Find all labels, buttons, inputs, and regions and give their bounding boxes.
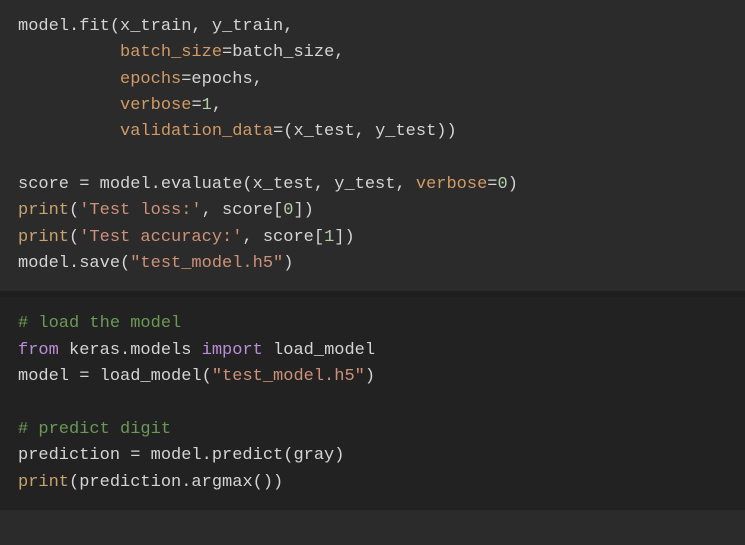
- code-line: ): [508, 175, 518, 194]
- code-block-2: # load the model from keras.models impor…: [0, 297, 745, 509]
- code-number: 0: [283, 201, 293, 220]
- code-line: =(x_test, y_test)): [273, 122, 457, 141]
- code-string: 'Test accuracy:': [79, 228, 242, 247]
- code-line: prediction = model.predict(gray): [18, 446, 344, 465]
- code-line: ): [365, 367, 375, 386]
- code-param: verbose: [416, 175, 487, 194]
- code-line: (: [69, 228, 79, 247]
- code-string: "test_model.h5": [212, 367, 365, 386]
- code-number: 1: [324, 228, 334, 247]
- code-line: , score[: [202, 201, 284, 220]
- code-func: print: [18, 473, 69, 492]
- code-line: verbose: [18, 96, 191, 115]
- code-line: (: [69, 201, 79, 220]
- code-line: load_model: [263, 341, 375, 360]
- code-string: 'Test loss:': [79, 201, 201, 220]
- code-line: score = model.evaluate(x_test, y_test,: [18, 175, 416, 194]
- code-line: (prediction.argmax()): [69, 473, 283, 492]
- code-line: ]): [293, 201, 313, 220]
- code-keyword: from: [18, 341, 59, 360]
- code-line: =: [487, 175, 497, 194]
- code-line: =batch_size,: [222, 43, 344, 62]
- code-block-1: model.fit(x_train, y_train, batch_size=b…: [0, 0, 745, 291]
- code-line: ]): [334, 228, 354, 247]
- code-line: model = load_model(: [18, 367, 212, 386]
- code-line: =epochs,: [181, 70, 263, 89]
- code-line: model.save(: [18, 254, 130, 273]
- code-func: print: [18, 228, 69, 247]
- code-keyword: import: [202, 341, 263, 360]
- code-comment: # predict digit: [18, 420, 171, 439]
- code-line: ): [283, 254, 293, 273]
- code-line: keras.models: [59, 341, 202, 360]
- code-line: =: [191, 96, 201, 115]
- code-func: print: [18, 201, 69, 220]
- code-line: batch_size: [18, 43, 222, 62]
- code-comment: # load the model: [18, 314, 181, 333]
- code-line: ,: [212, 96, 222, 115]
- code-line: validation_data: [18, 122, 273, 141]
- code-content-2: # load the model from keras.models impor…: [18, 311, 727, 495]
- code-content-1: model.fit(x_train, y_train, batch_size=b…: [18, 14, 727, 277]
- code-line: model.fit(x_train, y_train,: [18, 17, 293, 36]
- code-string: "test_model.h5": [130, 254, 283, 273]
- code-line: epochs: [18, 70, 181, 89]
- code-number: 0: [498, 175, 508, 194]
- code-number: 1: [202, 96, 212, 115]
- code-line: , score[: [242, 228, 324, 247]
